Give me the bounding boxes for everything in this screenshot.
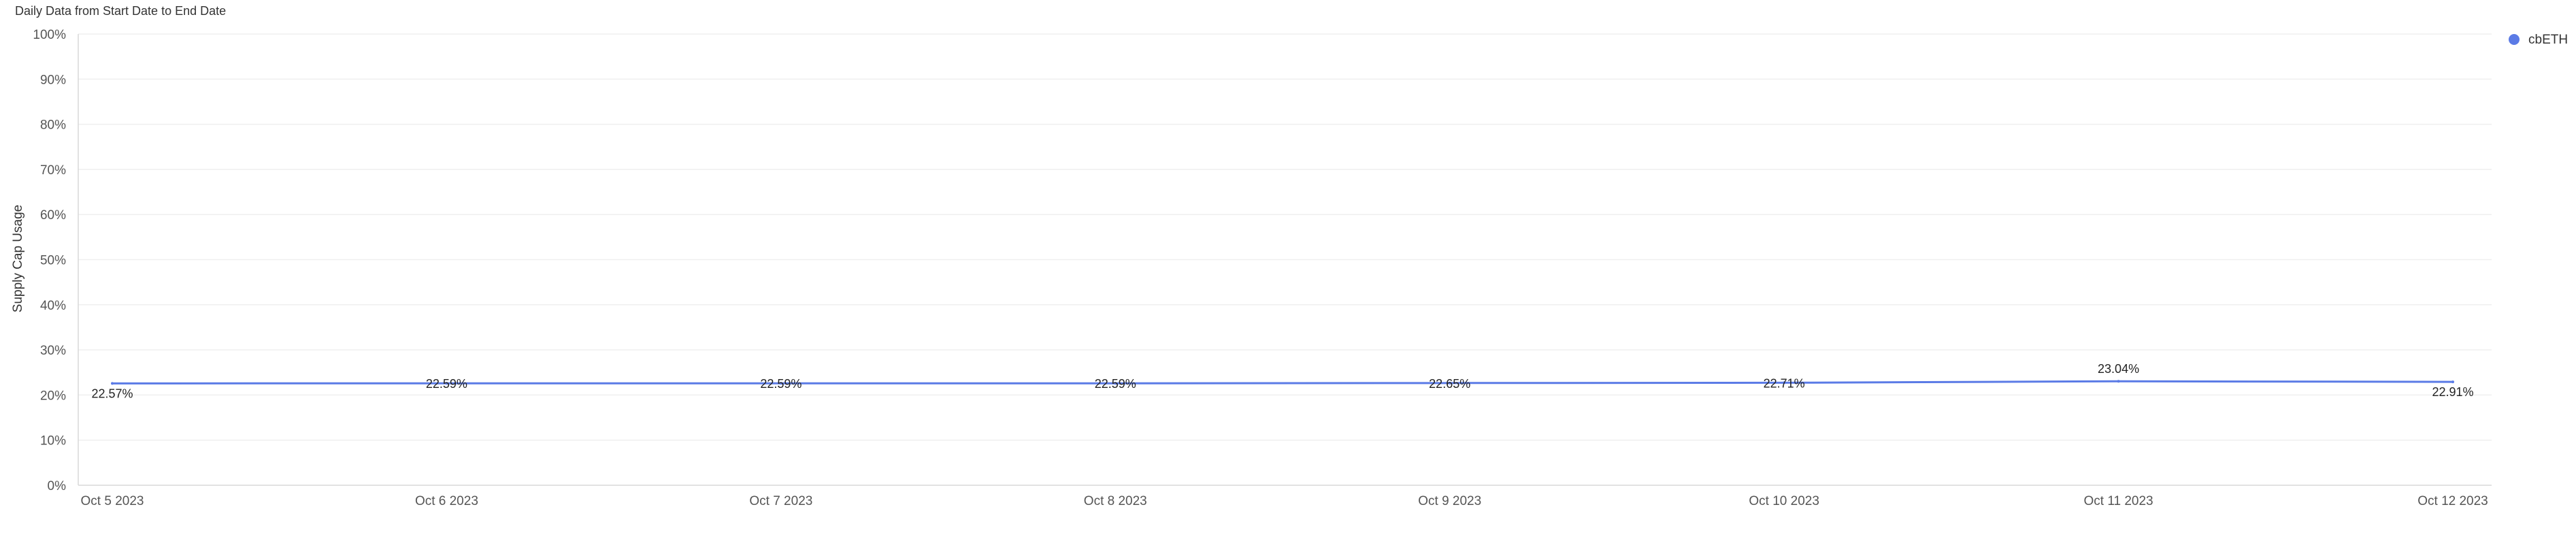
legend-marker bbox=[2509, 34, 2520, 45]
y-tick-label: 10% bbox=[40, 434, 66, 448]
y-tick-label: 30% bbox=[40, 344, 66, 358]
y-axis-label: Supply Cap Usage bbox=[11, 205, 25, 312]
y-tick-label: 0% bbox=[48, 479, 67, 493]
data-label: 22.91% bbox=[2432, 385, 2473, 399]
data-label: 22.57% bbox=[91, 387, 133, 400]
y-tick-label: 40% bbox=[40, 299, 66, 313]
data-point[interactable] bbox=[111, 382, 114, 385]
y-tick-label: 80% bbox=[40, 118, 66, 133]
data-label: 22.59% bbox=[1095, 377, 1136, 391]
x-tick-label: Oct 10 2023 bbox=[1749, 494, 1819, 508]
legend-label: cbETH bbox=[2528, 33, 2568, 47]
data-point[interactable] bbox=[2451, 380, 2454, 384]
line-chart: 0% 10% 20% 30% 40% 50% 60% 70% 80% 90% 100% Oct 5 … bbox=[11, 28, 2568, 508]
y-tick-label: 20% bbox=[40, 389, 66, 403]
y-axis-ticks: 0% 10% 20% 30% 40% 50% 60% 70% 80% 90% 100% bbox=[33, 28, 66, 493]
data-label: 22.59% bbox=[426, 377, 467, 391]
data-point[interactable] bbox=[2117, 380, 2120, 383]
x-axis-ticks: Oct 5 2023 Oct 6 2023 Oct 7 2023 Oct 8 2023… bbox=[81, 494, 2488, 508]
y-tick-label: 60% bbox=[40, 208, 66, 223]
y-tick-label: 100% bbox=[33, 28, 66, 42]
data-label: 22.71% bbox=[1764, 376, 1805, 390]
y-tick-label: 70% bbox=[40, 163, 66, 178]
data-label: 22.65% bbox=[1429, 377, 1470, 391]
x-tick-label: Oct 5 2023 bbox=[81, 494, 144, 508]
x-tick-label: Oct 7 2023 bbox=[749, 494, 812, 508]
y-tick-label: 90% bbox=[40, 73, 66, 87]
legend[interactable]: cbETH bbox=[2509, 33, 2568, 47]
x-tick-label: Oct 11 2023 bbox=[2084, 494, 2153, 508]
x-tick-label: Oct 9 2023 bbox=[1418, 494, 1481, 508]
x-tick-label: Oct 12 2023 bbox=[2417, 494, 2488, 508]
x-tick-label: Oct 6 2023 bbox=[415, 494, 478, 508]
data-label: 22.59% bbox=[760, 377, 802, 391]
data-label: 23.04% bbox=[2098, 362, 2139, 376]
x-tick-label: Oct 8 2023 bbox=[1084, 494, 1147, 508]
y-tick-label: 50% bbox=[40, 254, 66, 268]
